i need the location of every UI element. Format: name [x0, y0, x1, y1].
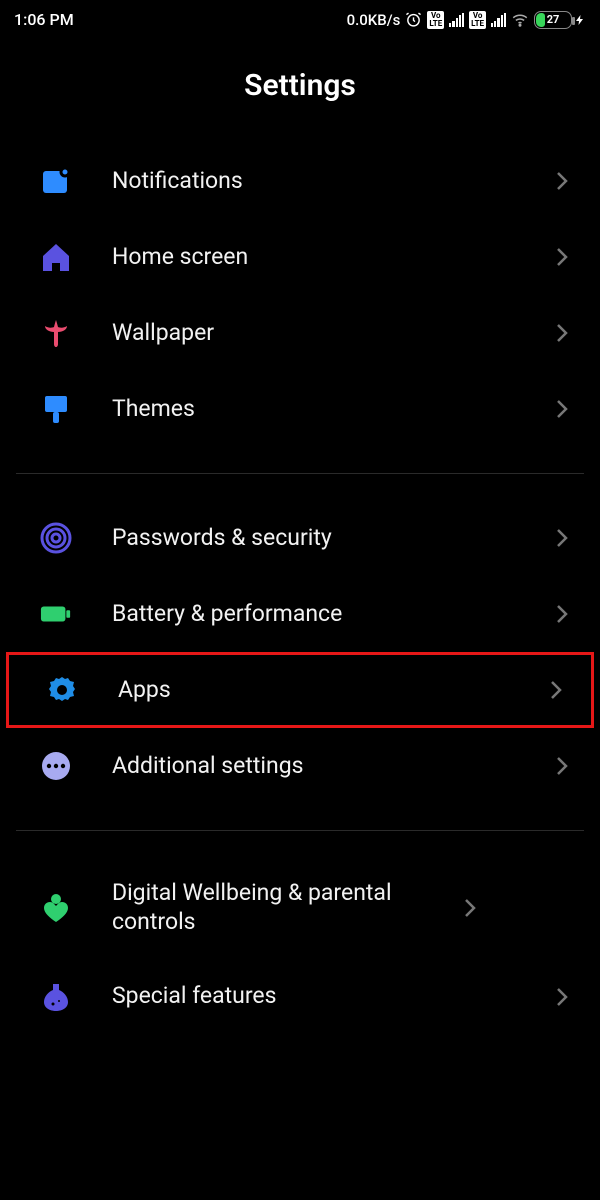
row-label: Apps [118, 676, 548, 705]
row-label: Digital Wellbeing & parental controls [112, 879, 462, 937]
chevron-right-icon [554, 397, 570, 421]
row-label: Passwords & security [112, 524, 554, 553]
row-label: Battery & performance [112, 600, 554, 629]
chevron-right-icon [462, 896, 478, 920]
more-icon [34, 750, 78, 782]
home-icon [34, 241, 78, 273]
chevron-right-icon [554, 321, 570, 345]
chevron-right-icon [554, 526, 570, 550]
settings-section-1: Notifications Home screen Wallpaper Them… [0, 143, 600, 447]
wallpaper-icon [34, 317, 78, 349]
row-label: Wallpaper [112, 319, 554, 348]
chevron-right-icon [554, 754, 570, 778]
divider [16, 830, 584, 831]
battery-icon [34, 598, 78, 630]
heart-icon [34, 892, 78, 924]
row-digital-wellbeing[interactable]: Digital Wellbeing & parental controls [0, 857, 600, 959]
chevron-right-icon [554, 602, 570, 626]
row-notifications[interactable]: Notifications [0, 143, 600, 219]
divider [16, 473, 584, 474]
status-bar: 1:06 PM 0.0KB/s VoLTE VoLTE 27 [0, 0, 600, 34]
chevron-right-icon [548, 678, 564, 702]
alarm-icon [405, 11, 422, 28]
row-apps[interactable]: Apps [6, 652, 594, 728]
signal-icon-2 [491, 13, 506, 27]
row-special-features[interactable]: Special features [0, 959, 600, 1035]
battery-indicator: 27 [534, 11, 586, 29]
volte-icon-1: VoLTE [427, 11, 444, 29]
page-title: Settings [0, 34, 600, 143]
row-label: Themes [112, 395, 554, 424]
volte-icon-2: VoLTE [469, 11, 486, 29]
fingerprint-icon [34, 522, 78, 554]
row-label: Special features [112, 982, 554, 1011]
flask-icon [34, 981, 78, 1013]
signal-icon-1 [449, 13, 464, 27]
row-passwords-security[interactable]: Passwords & security [0, 500, 600, 576]
settings-section-3: Digital Wellbeing & parental controls Sp… [0, 857, 600, 1035]
row-additional-settings[interactable]: Additional settings [0, 728, 600, 804]
gear-icon [40, 674, 84, 706]
chevron-right-icon [554, 985, 570, 1009]
status-net-speed: 0.0KB/s [347, 11, 401, 29]
notifications-icon [34, 165, 78, 197]
row-label: Notifications [112, 167, 554, 196]
themes-icon [34, 393, 78, 425]
row-label: Home screen [112, 243, 554, 272]
row-battery-performance[interactable]: Battery & performance [0, 576, 600, 652]
chevron-right-icon [554, 169, 570, 193]
row-label: Additional settings [112, 752, 554, 781]
row-home-screen[interactable]: Home screen [0, 219, 600, 295]
charging-icon [574, 12, 586, 28]
wifi-icon [511, 11, 529, 29]
row-wallpaper[interactable]: Wallpaper [0, 295, 600, 371]
status-time: 1:06 PM [14, 10, 74, 29]
row-themes[interactable]: Themes [0, 371, 600, 447]
chevron-right-icon [554, 245, 570, 269]
settings-section-2: Passwords & security Battery & performan… [0, 500, 600, 804]
